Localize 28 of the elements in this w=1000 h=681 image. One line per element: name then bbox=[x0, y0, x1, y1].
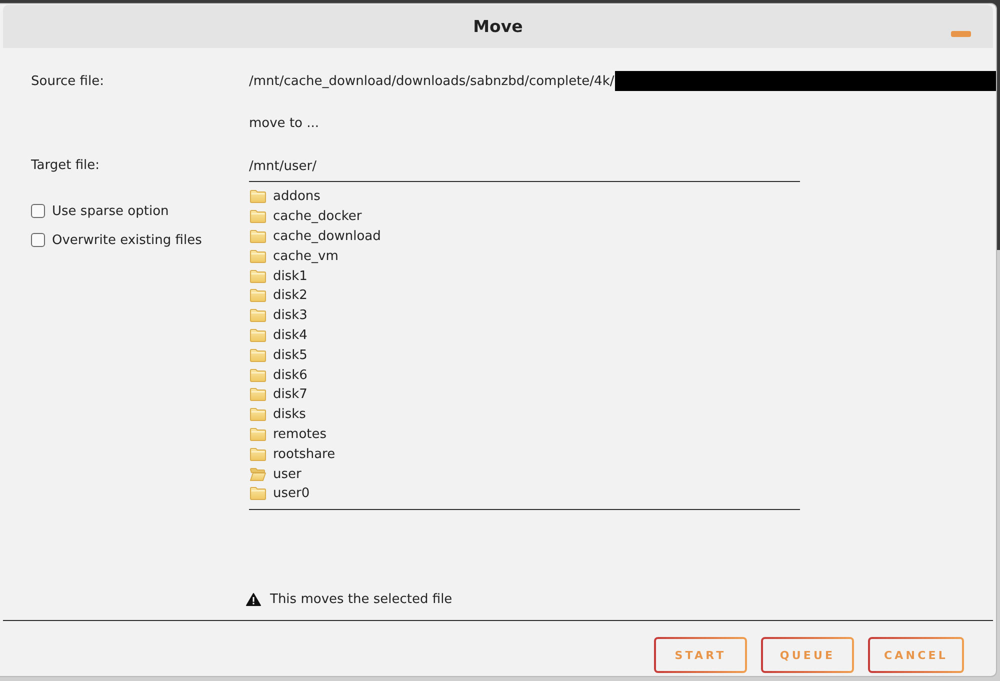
folder-item[interactable]: cache_docker bbox=[249, 206, 800, 227]
folder-item[interactable]: user bbox=[249, 464, 800, 484]
folder-item[interactable]: disk5 bbox=[249, 345, 800, 366]
folder-item[interactable]: disk3 bbox=[249, 306, 800, 326]
folder-item[interactable]: disks bbox=[249, 404, 800, 425]
folder-item[interactable]: disk6 bbox=[249, 365, 800, 385]
folder-item[interactable]: remotes bbox=[249, 424, 800, 444]
move-to-label: move to ... bbox=[249, 115, 320, 133]
source-label: Source file: bbox=[31, 74, 105, 88]
folder-item[interactable]: addons bbox=[249, 187, 800, 207]
checkbox[interactable] bbox=[31, 233, 45, 247]
folder-item[interactable]: cache_vm bbox=[249, 246, 800, 266]
option-label[interactable]: Use sparse option bbox=[52, 204, 169, 218]
folder-item[interactable]: disk4 bbox=[249, 326, 800, 346]
warning-text: This moves the selected file bbox=[270, 592, 452, 606]
folder-item[interactable]: disk1 bbox=[249, 266, 800, 286]
folder-item[interactable]: disk7 bbox=[249, 384, 800, 405]
option-label[interactable]: Overwrite existing files bbox=[52, 232, 202, 248]
source-path: /mnt/cache_download/downloads/sabnzbd/complete/4k/ bbox=[249, 74, 614, 88]
target-label: Target file: bbox=[31, 157, 101, 175]
folder-item[interactable]: user0 bbox=[249, 484, 800, 504]
checkbox[interactable] bbox=[31, 204, 45, 218]
folder-item[interactable]: disk2 bbox=[249, 286, 800, 306]
target-path-field[interactable]: /mnt/user/ bbox=[249, 156, 800, 182]
dialog-title: Move bbox=[473, 17, 523, 36]
folder-item[interactable]: cache_download bbox=[249, 226, 800, 246]
warning-icon bbox=[246, 592, 261, 606]
folder-item[interactable]: rootshare bbox=[249, 444, 800, 464]
